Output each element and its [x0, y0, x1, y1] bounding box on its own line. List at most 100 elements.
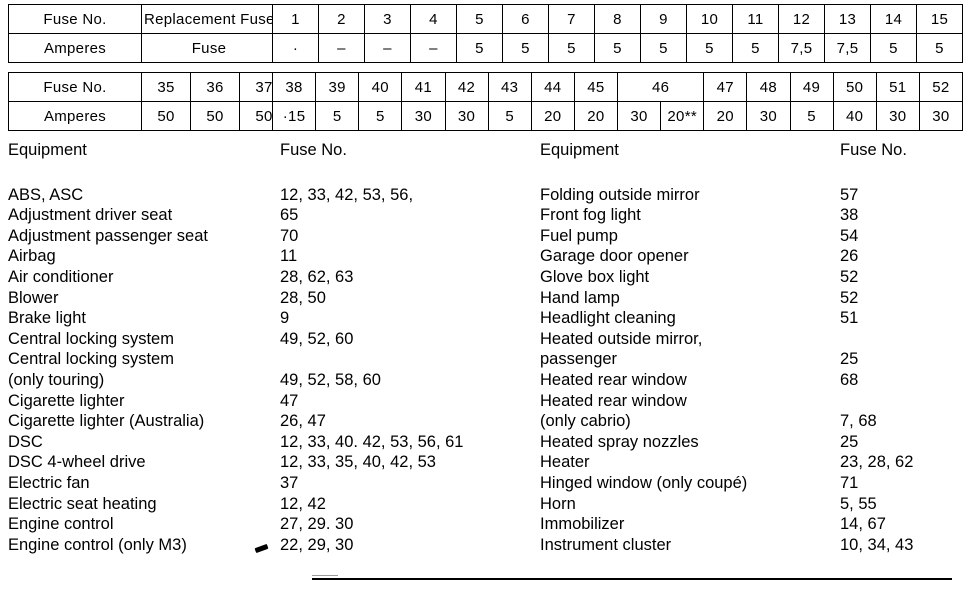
- fuse-number-list-item: 37: [280, 473, 538, 494]
- fuse-number-cell: 42: [445, 73, 488, 102]
- fuse-number-cell: 39: [316, 73, 359, 102]
- amperes-cell: 5: [595, 34, 641, 63]
- fuse-table-bottom-body: 383940414243444546474849505152 ·15553030…: [273, 73, 963, 131]
- fuse-number-cell: 8: [595, 5, 641, 34]
- fuse-38-52-table: 383940414243444546474849505152 ·15553030…: [272, 72, 963, 131]
- equipment-list-item: Front fog light: [540, 205, 840, 226]
- legend-label-fuse-no: Fuse No.: [9, 5, 142, 34]
- equipment-list-item: Electric fan: [8, 473, 280, 494]
- amp-table-left-body: Fuse No. 35 36 37 Amperes 50 50 50: [9, 73, 289, 131]
- amperes-cell: 30: [919, 102, 962, 131]
- fuse-number-cell: 40: [359, 73, 402, 102]
- table-row: Amperes Fuse: [9, 34, 277, 63]
- replacement-fuse-legend-table: Fuse No. Replacement Fuse Amperes Fuse: [8, 4, 277, 63]
- table-row-amperes: ·15553030520203020**20305403030: [273, 102, 963, 131]
- equipment-list-item: Adjustment driver seat: [8, 205, 280, 226]
- fuse-number-cell: 51: [876, 73, 919, 102]
- fuse-number-cell: 44: [531, 73, 574, 102]
- fuse-number-column-left: Fuse No. 12, 33, 42, 53, 56,65701128, 62…: [280, 140, 538, 555]
- equipment-list-item: Instrument cluster: [540, 535, 840, 556]
- equipment-list-item: Folding outside mirror: [540, 185, 840, 206]
- equipment-list-left: ABS, ASCAdjustment driver seatAdjustment…: [8, 185, 280, 556]
- fuse-number-list-item: 49, 52, 58, 60: [280, 370, 538, 391]
- fuse-number-cell: 41: [402, 73, 445, 102]
- equipment-list-item: Fuel pump: [540, 226, 840, 247]
- fuse-number-list-item: 11: [280, 246, 538, 267]
- fuse-number-cell: 38: [273, 73, 316, 102]
- amperes-cell: 20: [531, 102, 574, 131]
- amperes-cell: 50: [142, 102, 191, 131]
- equipment-list-item: (only cabrio): [540, 411, 840, 432]
- fuse-number-list-item: 49, 52, 60: [280, 329, 538, 350]
- equipment-list-item: passenger: [540, 349, 840, 370]
- bottom-rule-tick: [312, 575, 338, 576]
- column-header-fuse-no-right: Fuse No.: [840, 140, 970, 161]
- fuse-number-cell: 36: [191, 73, 240, 102]
- fuse-number-list-item: 5, 55: [840, 494, 970, 515]
- table-row: Amperes 50 50 50: [9, 102, 289, 131]
- equipment-list-item: Central locking system: [8, 349, 280, 370]
- equipment-list-item: Heated rear window: [540, 391, 840, 412]
- fuse-number-list-item: 52: [840, 267, 970, 288]
- amperes-cell: ·: [273, 34, 319, 63]
- amperes-cell: 30: [876, 102, 919, 131]
- amperes-cell: –: [319, 34, 365, 63]
- bottom-divider-rule: [312, 578, 952, 580]
- amperes-cell: 5: [457, 34, 503, 63]
- fuse-1-15-table: 123456789101112131415 ·–––55555557,57,55…: [272, 4, 963, 63]
- amperes-cell: 20: [574, 102, 617, 131]
- table-row-amperes: ·–––55555557,57,555: [273, 34, 963, 63]
- table-row: Fuse No. 35 36 37: [9, 73, 289, 102]
- equipment-list-item: Garage door opener: [540, 246, 840, 267]
- amperes-cell: 5: [790, 102, 833, 131]
- equipment-list-item: Engine control (only M3): [8, 535, 280, 556]
- equipment-list-item: Brake light: [8, 308, 280, 329]
- fuse-number-list-item: 10, 34, 43: [840, 535, 970, 556]
- fuse-number-cell: 46: [618, 73, 704, 102]
- fuse-number-cell: 3: [365, 5, 411, 34]
- fuse-number-list-item: 12, 33, 40. 42, 53, 56, 61: [280, 432, 538, 453]
- amperes-cell: 30: [618, 102, 661, 131]
- fuse-number-cell: 43: [488, 73, 531, 102]
- fuse-number-list-item: 65: [280, 205, 538, 226]
- equipment-list-item: Cigarette lighter: [8, 391, 280, 412]
- legend-value-replacement-fuse: Replacement Fuse: [142, 5, 277, 34]
- amperes-cell: 30: [747, 102, 790, 131]
- amperes-cell: 5: [316, 102, 359, 131]
- fuse-number-list-item: 51: [840, 308, 970, 329]
- equipment-list-item: Adjustment passenger seat: [8, 226, 280, 247]
- amperes-cell: 40: [833, 102, 876, 131]
- fuse-number-list-item: 25: [840, 349, 970, 370]
- equipment-list-item: Heated spray nozzles: [540, 432, 840, 453]
- equipment-list-item: Heated outside mirror,: [540, 329, 840, 350]
- fuse-number-list-item: 14, 67: [840, 514, 970, 535]
- fuse-number-list-item: 47: [280, 391, 538, 412]
- equipment-list-item: Cigarette lighter (Australia): [8, 411, 280, 432]
- fuse-number-cell: 4: [411, 5, 457, 34]
- fuse-number-cell: 35: [142, 73, 191, 102]
- amperes-cell: –: [411, 34, 457, 63]
- fuse-number-list-item: 28, 50: [280, 288, 538, 309]
- amperes-cell: 30: [402, 102, 445, 131]
- amperes-cell: ·15: [273, 102, 316, 131]
- fuse-35-37-amperes-table: Fuse No. 35 36 37 Amperes 50 50 50: [8, 72, 289, 131]
- amperes-cell: 5: [359, 102, 402, 131]
- row-label-fuse-no: Fuse No.: [9, 73, 142, 102]
- equipment-list-item: Horn: [540, 494, 840, 515]
- equipment-list-item: DSC 4-wheel drive: [8, 452, 280, 473]
- fuse-number-cell: 45: [574, 73, 617, 102]
- equipment-list-item: Engine control: [8, 514, 280, 535]
- fuse-number-cell: 1: [273, 5, 319, 34]
- amperes-cell: 50: [191, 102, 240, 131]
- fuse-number-list-item: 9: [280, 308, 538, 329]
- fuse-number-cell: 9: [641, 5, 687, 34]
- table-row: Fuse No. Replacement Fuse: [9, 5, 277, 34]
- equipment-list-item: DSC: [8, 432, 280, 453]
- fuse-number-list-item: 12, 33, 42, 53, 56,: [280, 185, 538, 206]
- equipment-list-item: ABS, ASC: [8, 185, 280, 206]
- fuse-number-cell: 48: [747, 73, 790, 102]
- column-header-fuse-no-left: Fuse No.: [280, 140, 538, 161]
- equipment-list-item: Headlight cleaning: [540, 308, 840, 329]
- fuse-number-list-item: 70: [280, 226, 538, 247]
- fuse-number-list-item: 52: [840, 288, 970, 309]
